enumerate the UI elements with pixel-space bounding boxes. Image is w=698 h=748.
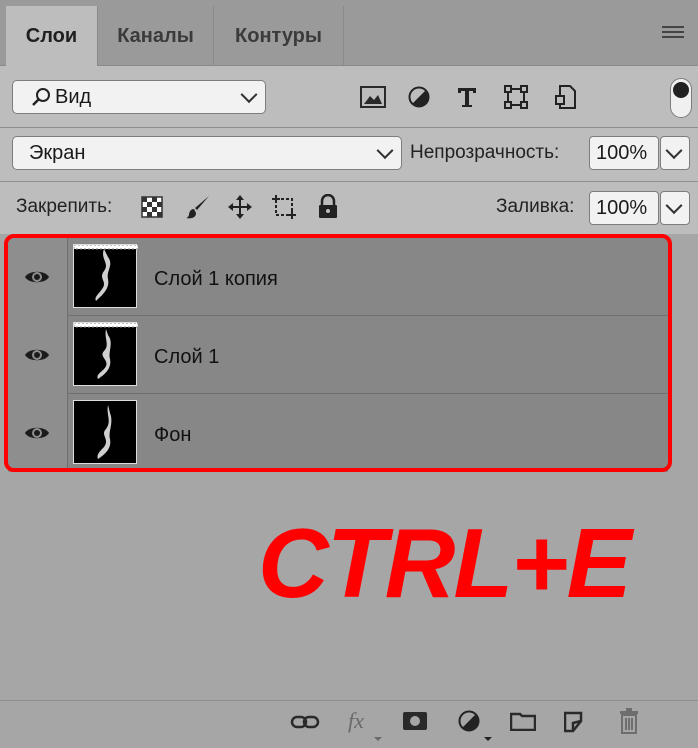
tab-paths[interactable]: Контуры [214,6,344,67]
chevron-down-icon [665,142,683,160]
blend-row: Экран Непрозрачность: 100% [0,128,698,182]
lock-label: Закрепить: [16,196,113,217]
layer-style-fx-icon[interactable]: fx [348,708,364,734]
blend-mode-value: Экран [29,141,86,164]
search-icon [31,87,51,107]
tab-channels[interactable]: Каналы [98,6,214,67]
layers-bottom-toolbar: fx [0,700,698,748]
panel-tab-bar: Слои Каналы Контуры [0,0,698,67]
filter-kind-value: Вид [55,85,92,108]
shortcut-annotation: CTRL+E [258,507,632,618]
chevron-down-icon [484,737,492,741]
opacity-label: Непрозрачность: [410,142,560,163]
opacity-input[interactable]: 100% [589,136,659,170]
filter-toggle-knob [673,82,689,98]
link-layers-icon[interactable] [290,711,320,733]
smart-object-filter-icon[interactable] [554,85,576,109]
delete-layer-trash-icon[interactable] [618,708,640,734]
new-group-folder-icon[interactable] [510,711,536,731]
tab-channels-label: Каналы [117,25,194,47]
chevron-down-icon [665,197,683,215]
fill-dropdown-button[interactable] [660,191,690,225]
image-filter-icon[interactable] [360,86,386,108]
shape-filter-icon[interactable] [504,85,528,109]
tab-layers[interactable]: Слои [6,6,98,67]
lock-transparent-pixels-icon[interactable] [141,196,163,218]
fill-input[interactable]: 100% [589,191,659,225]
lock-image-pixels-icon[interactable] [185,194,211,220]
chevron-down-icon [374,737,382,741]
panel-menu-icon[interactable] [662,26,684,40]
filter-row: Вид [0,66,698,128]
new-layer-icon[interactable] [564,709,586,733]
chevron-down-icon [240,86,258,104]
lock-position-icon[interactable] [227,194,253,220]
new-adjustment-layer-icon[interactable] [458,710,480,732]
filter-toggle[interactable] [670,78,692,118]
lock-all-icon[interactable] [317,194,339,220]
lock-row: Закрепить: Заливка: 100% [0,182,698,234]
lock-artboard-icon[interactable] [271,194,297,220]
adjustment-filter-icon[interactable] [408,86,430,108]
type-filter-icon[interactable] [456,86,478,108]
add-mask-icon[interactable] [402,711,428,731]
layers-highlight-frame [4,234,672,472]
tab-layers-label: Слои [25,25,78,47]
chevron-down-icon [376,142,394,160]
opacity-dropdown-button[interactable] [660,136,690,170]
blend-mode-select[interactable]: Экран [12,136,402,170]
fill-label: Заливка: [496,196,575,217]
filter-kind-select[interactable]: Вид [12,80,266,114]
tab-paths-label: Контуры [235,25,322,47]
